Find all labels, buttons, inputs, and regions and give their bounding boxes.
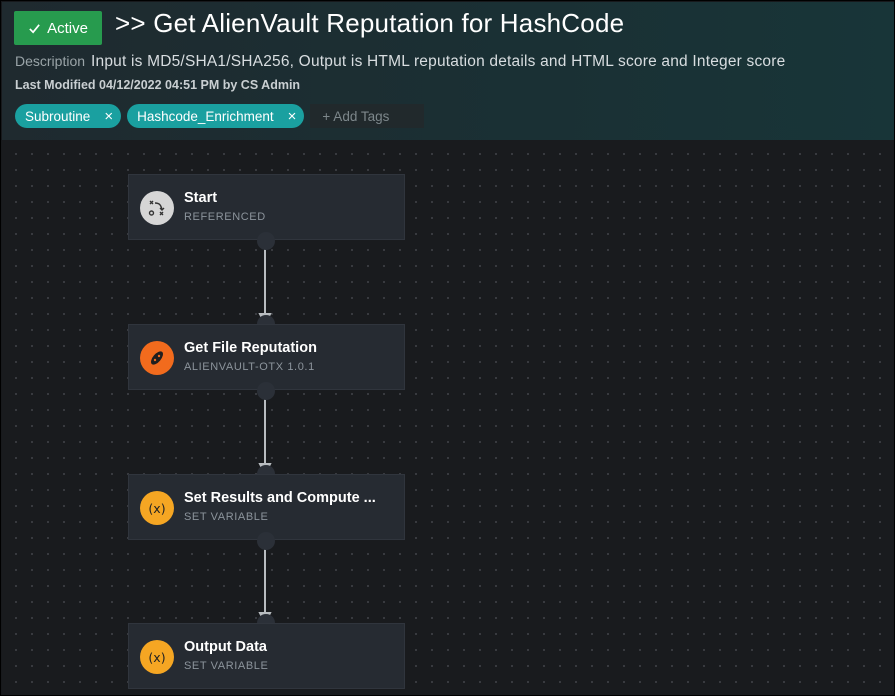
page-title[interactable]: >> Get AlienVault Reputation for HashCod… — [115, 8, 624, 39]
last-modified: Last Modified 04/12/2022 04:51 PM by CS … — [15, 78, 301, 92]
tag-chip[interactable]: Hashcode_Enrichment × — [127, 104, 305, 128]
check-icon — [29, 23, 40, 33]
node-subtitle: SET VARIABLE — [184, 660, 269, 672]
node-title: Get File Reputation — [184, 340, 317, 356]
description-label: Description — [15, 53, 86, 69]
node-title: Set Results and Compute ... — [184, 490, 376, 506]
tag-list: Subroutine × Hashcode_Enrichment × + Add… — [15, 104, 425, 128]
app-frame: Active >> Get AlienVault Reputation for … — [0, 0, 895, 696]
node-subtitle: REFERENCED — [184, 211, 266, 223]
node-set-results[interactable]: (x) Set Results and Compute ... SET VARI… — [128, 474, 405, 540]
status-label: Active — [47, 19, 88, 37]
playbook-header: Active >> Get AlienVault Reputation for … — [2, 2, 894, 140]
node-subtitle: SET VARIABLE — [184, 511, 269, 523]
tag-chip[interactable]: Subroutine × — [15, 104, 122, 128]
output-port[interactable] — [257, 382, 275, 400]
output-port[interactable] — [257, 532, 275, 550]
node-subtitle: ALIENVAULT-OTX 1.0.1 — [184, 361, 315, 373]
add-tags-input[interactable]: + Add Tags — [310, 104, 425, 128]
status-button[interactable]: Active — [14, 11, 102, 45]
node-title: Output Data — [184, 639, 267, 655]
playbook-canvas[interactable]: Start REFERENCED Get File Reputation ALI… — [2, 140, 894, 695]
node-title: Start — [184, 190, 218, 206]
output-port[interactable] — [257, 232, 275, 250]
tag-label: Hashcode_Enrichment — [137, 108, 274, 124]
node-output-data[interactable]: (x) Output Data SET VARIABLE — [128, 623, 405, 689]
description-text[interactable]: Input is MD5/SHA1/SHA256, Output is HTML… — [91, 53, 785, 70]
variable-icon: (x) — [140, 640, 174, 674]
variable-icon: (x) — [140, 491, 174, 525]
alienvault-icon — [140, 341, 174, 375]
close-icon[interactable]: × — [104, 108, 113, 125]
description-row: Description Input is MD5/SHA1/SHA256, Out… — [15, 53, 785, 71]
start-icon — [140, 191, 174, 225]
close-icon[interactable]: × — [288, 108, 297, 125]
tag-label: Subroutine — [25, 108, 91, 124]
node-start[interactable]: Start REFERENCED — [128, 174, 405, 240]
node-get-file-reputation[interactable]: Get File Reputation ALIENVAULT-OTX 1.0.1 — [128, 324, 405, 390]
